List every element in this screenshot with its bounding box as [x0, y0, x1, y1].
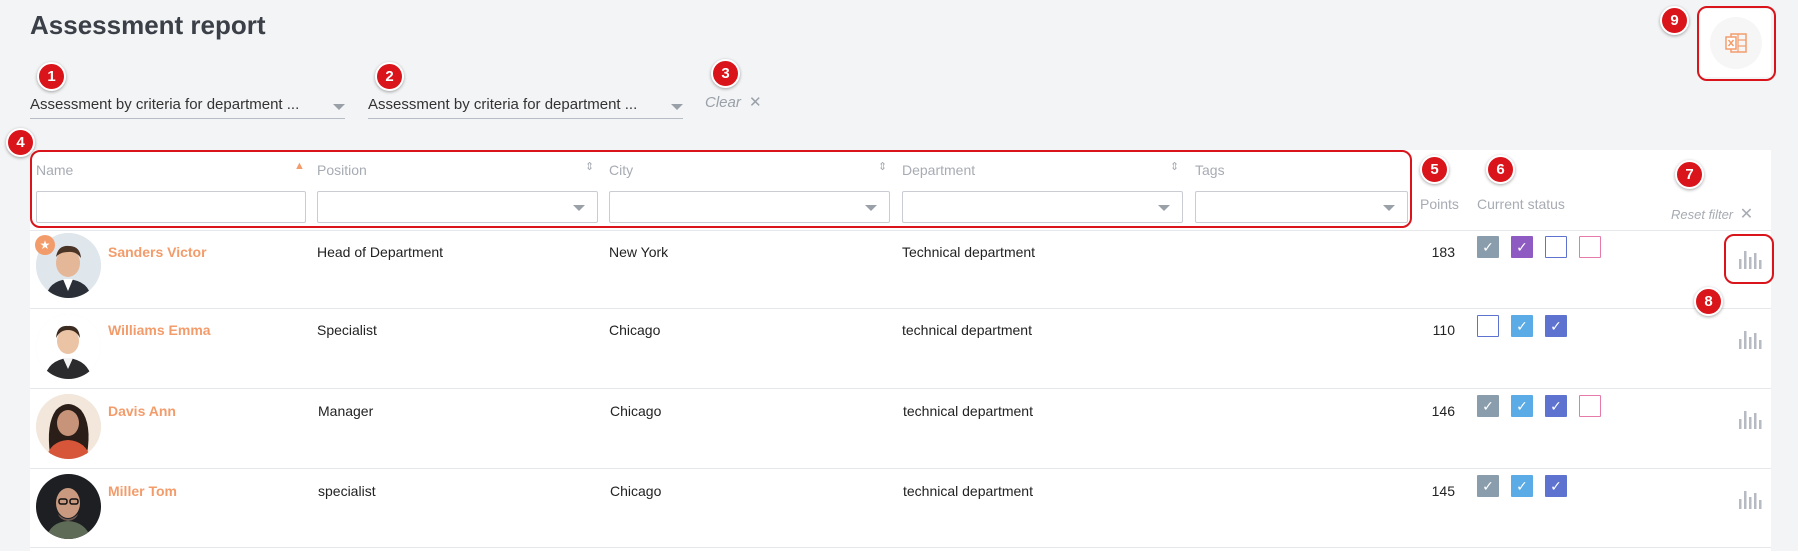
- department-cell: technical department: [902, 322, 1032, 338]
- table-row[interactable]: Williams Emma Specialist Chicago technic…: [30, 308, 1771, 388]
- assessment-dropdown-1[interactable]: Assessment by criteria for department ..…: [30, 96, 345, 119]
- annotation-box-header-filters: [30, 150, 1412, 228]
- department-cell: Technical department: [902, 244, 1036, 260]
- clear-label: Clear: [705, 94, 741, 111]
- annotation-badge-5: 5: [1420, 155, 1449, 184]
- position-cell: Manager: [318, 403, 374, 419]
- close-icon: ✕: [1739, 206, 1754, 223]
- status-checkbox[interactable]: ✓: [1511, 236, 1533, 258]
- column-header-status: Current status: [1477, 196, 1565, 212]
- position-cell: Head of Department: [317, 244, 444, 260]
- city-cell: Chicago: [609, 322, 661, 338]
- position-cell: Specialist: [317, 322, 377, 338]
- points-cell: 145: [1431, 483, 1455, 499]
- status-checkbox[interactable]: ✓: [1511, 475, 1533, 497]
- annotation-badge-7: 7: [1675, 160, 1704, 189]
- annotation-badge-6: 6: [1486, 155, 1515, 184]
- points-cell: 183: [1431, 244, 1455, 260]
- star-icon: ★: [35, 235, 55, 255]
- status-checkbox[interactable]: ✓: [1511, 395, 1533, 417]
- status-checkbox[interactable]: ✓: [1545, 475, 1567, 497]
- reset-filter-label: Reset filter: [1671, 207, 1734, 222]
- status-checkbox[interactable]: [1579, 395, 1601, 417]
- city-cell: Chicago: [610, 483, 662, 499]
- annotation-badge-3: 3: [711, 59, 740, 88]
- clear-button[interactable]: Clear ✕: [705, 93, 762, 111]
- assessment-dropdown-1-value: Assessment by criteria for department ..…: [30, 96, 300, 113]
- status-checkbox[interactable]: ✓: [1477, 236, 1499, 258]
- employee-name-link[interactable]: Williams Emma: [108, 322, 211, 338]
- assessment-dropdown-2[interactable]: Assessment by criteria for department ..…: [368, 96, 683, 119]
- avatar: [36, 394, 101, 459]
- department-cell: technical department: [903, 403, 1033, 419]
- status-checkbox[interactable]: [1477, 315, 1499, 337]
- bar-chart-icon[interactable]: [1738, 327, 1762, 349]
- city-cell: Chicago: [610, 403, 662, 419]
- annotation-badge-8: 8: [1694, 287, 1723, 316]
- avatar: [36, 474, 101, 539]
- city-cell: New York: [609, 244, 669, 260]
- page-title: Assessment report: [30, 10, 266, 40]
- status-checkbox[interactable]: [1545, 236, 1567, 258]
- column-header-points: Points: [1420, 196, 1459, 212]
- points-cell: 110: [1432, 322, 1455, 338]
- status-checkbox[interactable]: ✓: [1477, 395, 1499, 417]
- employee-name-link[interactable]: Sanders Victor: [108, 244, 207, 260]
- bar-chart-icon[interactable]: [1738, 407, 1762, 429]
- employee-name-link[interactable]: Davis Ann: [108, 403, 176, 419]
- bar-chart-icon[interactable]: [1738, 487, 1762, 509]
- table-row[interactable]: Miller Tom specialist Chicago technical …: [30, 468, 1771, 548]
- department-cell: technical department: [903, 483, 1033, 499]
- avatar: [36, 314, 101, 379]
- chevron-down-icon: [333, 104, 345, 110]
- table-row[interactable]: Davis Ann Manager Chicago technical depa…: [30, 388, 1771, 468]
- points-cell: 146: [1431, 403, 1455, 419]
- status-checkbox[interactable]: ✓: [1545, 395, 1567, 417]
- employee-name-link[interactable]: Miller Tom: [108, 483, 177, 499]
- chevron-down-icon: [671, 104, 683, 110]
- annotation-badge-9: 9: [1660, 6, 1689, 35]
- status-checkbox[interactable]: ✓: [1477, 475, 1499, 497]
- position-cell: specialist: [318, 483, 376, 499]
- annotation-badge-2: 2: [375, 62, 404, 91]
- status-checkbox[interactable]: ✓: [1511, 315, 1533, 337]
- table-row[interactable]: ★ Sanders Victor Head of Department New …: [30, 230, 1771, 308]
- status-checkbox[interactable]: ✓: [1545, 315, 1567, 337]
- close-icon: ✕: [749, 94, 762, 111]
- annotation-box-export: [1697, 6, 1776, 81]
- annotation-badge-4: 4: [6, 128, 35, 157]
- assessment-dropdown-2-value: Assessment by criteria for department ..…: [368, 96, 638, 113]
- status-checkbox[interactable]: [1579, 236, 1601, 258]
- annotation-badge-1: 1: [37, 62, 66, 91]
- annotation-box-stats: [1724, 234, 1774, 284]
- reset-filter-button[interactable]: Reset filter ✕: [1671, 204, 1753, 224]
